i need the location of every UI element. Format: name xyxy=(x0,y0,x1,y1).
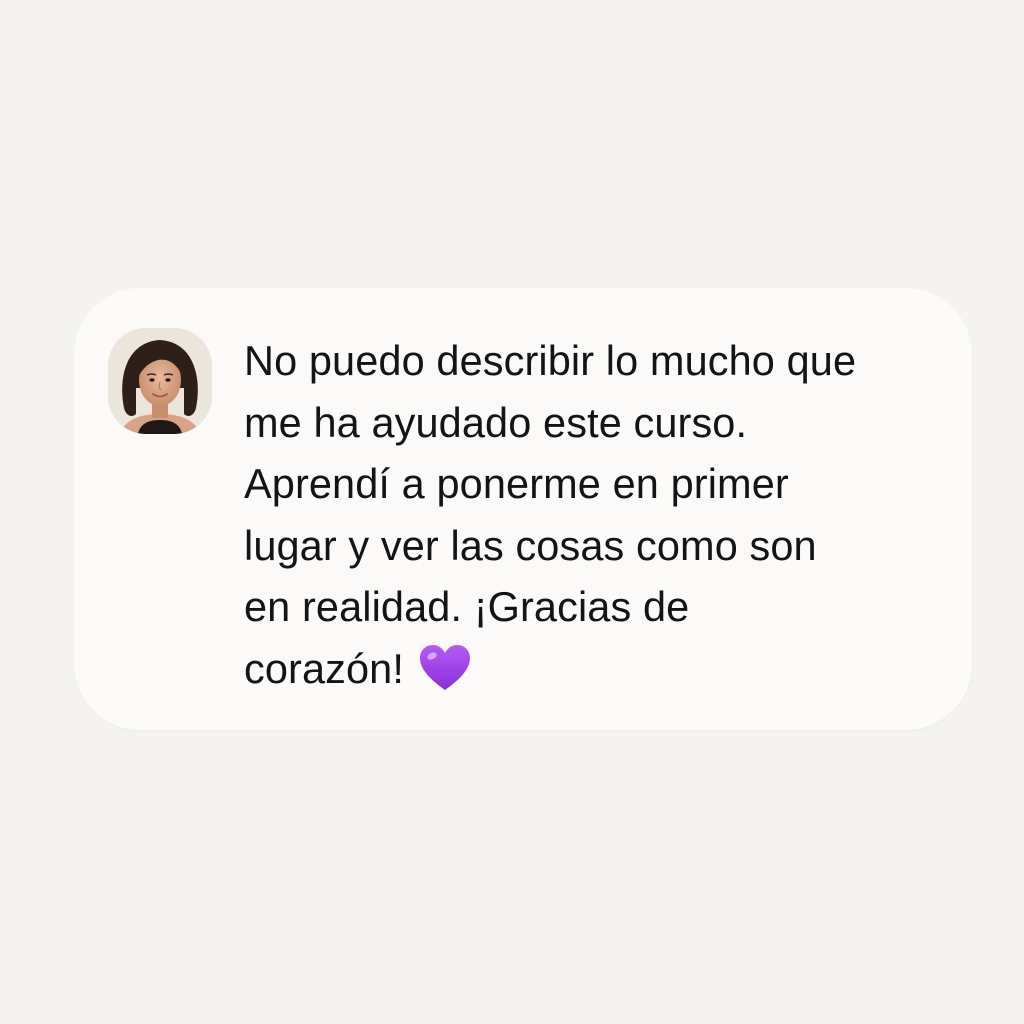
page: No puedo describir lo mucho que me ha ay… xyxy=(0,0,1024,1024)
message-line: me ha ayudado este curso. xyxy=(244,398,748,446)
user-photo-icon xyxy=(108,328,212,434)
message-line: lugar y ver las cosas como son xyxy=(244,521,817,569)
message-line: corazón! xyxy=(244,644,404,692)
message-line: Aprendí a ponerme en primer xyxy=(244,460,789,507)
testimonial-message: No puedo describir lo mucho que me ha ay… xyxy=(244,330,944,699)
message-line: en realidad. ¡Gracias de xyxy=(244,583,690,630)
message-last-line: corazón! xyxy=(244,638,944,700)
testimonial-card: No puedo describir lo mucho que me ha ay… xyxy=(74,288,972,730)
purple-heart-icon xyxy=(418,644,472,692)
message-line: No puedo describir lo mucho que xyxy=(244,337,857,384)
avatar xyxy=(108,328,212,434)
